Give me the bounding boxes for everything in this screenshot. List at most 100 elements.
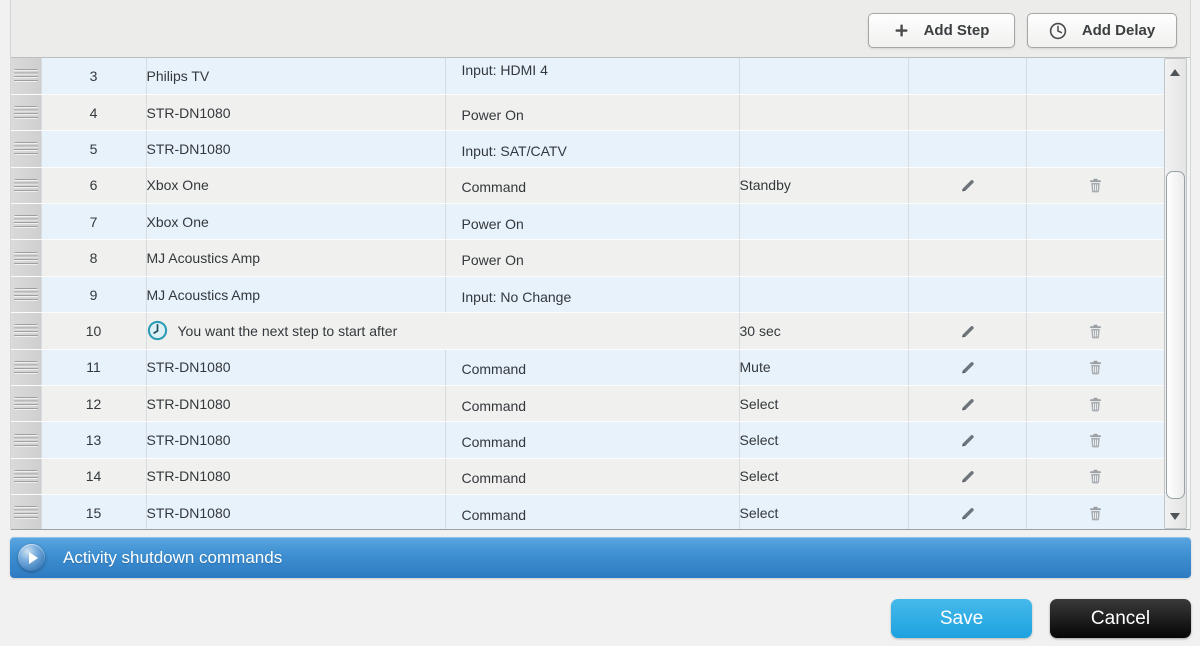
edit-icon[interactable] xyxy=(959,468,976,485)
delay-text: You want the next step to start after xyxy=(178,323,398,339)
edit-cell xyxy=(908,349,1026,385)
edit-icon[interactable] xyxy=(959,396,976,413)
step-number: 7 xyxy=(41,204,146,240)
delete-cell xyxy=(1026,276,1165,312)
drag-handle[interactable] xyxy=(11,240,41,276)
edit-icon[interactable] xyxy=(959,177,976,194)
delete-cell xyxy=(1026,204,1165,240)
edit-icon[interactable] xyxy=(959,359,976,376)
delete-cell xyxy=(1026,313,1165,349)
grip-icon xyxy=(14,506,38,519)
delete-cell xyxy=(1026,240,1165,276)
activity-editor: Add Step Add Delay 3 Philips TV Input: H… xyxy=(0,0,1200,646)
table-row: 11 STR-DN1080 Command Mute xyxy=(11,349,1165,385)
drag-handle[interactable] xyxy=(11,58,41,94)
scroll-down-arrow-icon[interactable] xyxy=(1170,513,1180,520)
step-number: 14 xyxy=(41,458,146,494)
toolbar: Add Step Add Delay xyxy=(11,0,1190,57)
step-number: 9 xyxy=(41,276,146,312)
grip-icon xyxy=(14,106,38,119)
table-row: 5 STR-DN1080 Input: SAT/CATV xyxy=(11,131,1165,167)
table-row: 3 Philips TV Input: HDMI 4 xyxy=(11,58,1165,94)
table-row: 6 Xbox One Command Standby xyxy=(11,167,1165,203)
step-device: MJ Acoustics Amp xyxy=(146,276,445,312)
drag-handle[interactable] xyxy=(11,386,41,422)
step-device: Xbox One xyxy=(146,167,445,203)
table-row: 4 STR-DN1080 Power On xyxy=(11,94,1165,130)
step-action: Command xyxy=(445,386,739,422)
add-delay-label: Add Delay xyxy=(1082,22,1155,39)
step-value: Select xyxy=(739,495,908,530)
vertical-scrollbar[interactable] xyxy=(1164,58,1187,529)
edit-cell xyxy=(908,386,1026,422)
drag-handle[interactable] xyxy=(11,94,41,130)
drag-handle[interactable] xyxy=(11,204,41,240)
step-number: 13 xyxy=(41,422,146,458)
edit-icon[interactable] xyxy=(959,432,976,449)
scroll-up-arrow-icon[interactable] xyxy=(1170,69,1180,76)
edit-icon[interactable] xyxy=(959,323,976,340)
save-button[interactable]: Save xyxy=(891,599,1032,638)
edit-cell xyxy=(908,240,1026,276)
step-number: 6 xyxy=(41,167,146,203)
table-row: 9 MJ Acoustics Amp Input: No Change xyxy=(11,276,1165,312)
delete-cell xyxy=(1026,386,1165,422)
step-value: Select xyxy=(739,458,908,494)
step-device: STR-DN1080 xyxy=(146,349,445,385)
steps-table: 3 Philips TV Input: HDMI 4 4 STR-DN1080 … xyxy=(11,58,1166,530)
step-device: STR-DN1080 xyxy=(146,131,445,167)
step-device: STR-DN1080 xyxy=(146,422,445,458)
edit-cell xyxy=(908,131,1026,167)
edit-cell xyxy=(908,94,1026,130)
steps-table-viewport: 3 Philips TV Input: HDMI 4 4 STR-DN1080 … xyxy=(11,57,1190,530)
edit-cell xyxy=(908,458,1026,494)
drag-handle[interactable] xyxy=(11,276,41,312)
drag-handle[interactable] xyxy=(11,495,41,530)
edit-cell xyxy=(908,204,1026,240)
step-number: 8 xyxy=(41,240,146,276)
edit-cell xyxy=(908,167,1026,203)
trash-icon[interactable] xyxy=(1087,396,1104,413)
edit-icon[interactable] xyxy=(959,505,976,522)
trash-icon[interactable] xyxy=(1087,468,1104,485)
scrollbar-thumb[interactable] xyxy=(1166,171,1185,499)
drag-handle[interactable] xyxy=(11,131,41,167)
add-delay-button[interactable]: Add Delay xyxy=(1027,13,1177,48)
delete-cell xyxy=(1026,167,1165,203)
add-step-label: Add Step xyxy=(924,22,990,39)
edit-cell xyxy=(908,313,1026,349)
delete-cell xyxy=(1026,58,1165,94)
drag-handle[interactable] xyxy=(11,349,41,385)
step-value: 30 sec xyxy=(739,313,908,349)
expand-arrow-icon[interactable] xyxy=(18,544,45,571)
step-action: Input: SAT/CATV xyxy=(445,131,739,167)
trash-icon[interactable] xyxy=(1087,177,1104,194)
table-row: 13 STR-DN1080 Command Select xyxy=(11,422,1165,458)
add-step-button[interactable]: Add Step xyxy=(868,13,1015,48)
drag-handle[interactable] xyxy=(11,458,41,494)
step-number: 12 xyxy=(41,386,146,422)
drag-handle[interactable] xyxy=(11,313,41,349)
drag-handle[interactable] xyxy=(11,167,41,203)
step-action: Input: No Change xyxy=(445,276,739,312)
step-action: Command xyxy=(445,458,739,494)
delay-cell: You want the next step to start after xyxy=(146,313,739,349)
trash-icon[interactable] xyxy=(1087,323,1104,340)
table-row: 10 You want the next step to start after… xyxy=(11,313,1165,349)
delete-cell xyxy=(1026,349,1165,385)
table-row: 8 MJ Acoustics Amp Power On xyxy=(11,240,1165,276)
trash-icon[interactable] xyxy=(1087,432,1104,449)
grip-icon xyxy=(14,215,38,228)
step-device: STR-DN1080 xyxy=(146,495,445,530)
trash-icon[interactable] xyxy=(1087,359,1104,376)
step-value xyxy=(739,94,908,130)
step-device: STR-DN1080 xyxy=(146,458,445,494)
delete-cell xyxy=(1026,458,1165,494)
trash-icon[interactable] xyxy=(1087,505,1104,522)
cancel-button[interactable]: Cancel xyxy=(1050,599,1191,638)
step-number: 10 xyxy=(41,313,146,349)
drag-handle[interactable] xyxy=(11,422,41,458)
step-action: Command xyxy=(445,167,739,203)
grip-icon xyxy=(14,179,38,192)
activity-shutdown-header[interactable]: Activity shutdown commands xyxy=(10,537,1191,578)
